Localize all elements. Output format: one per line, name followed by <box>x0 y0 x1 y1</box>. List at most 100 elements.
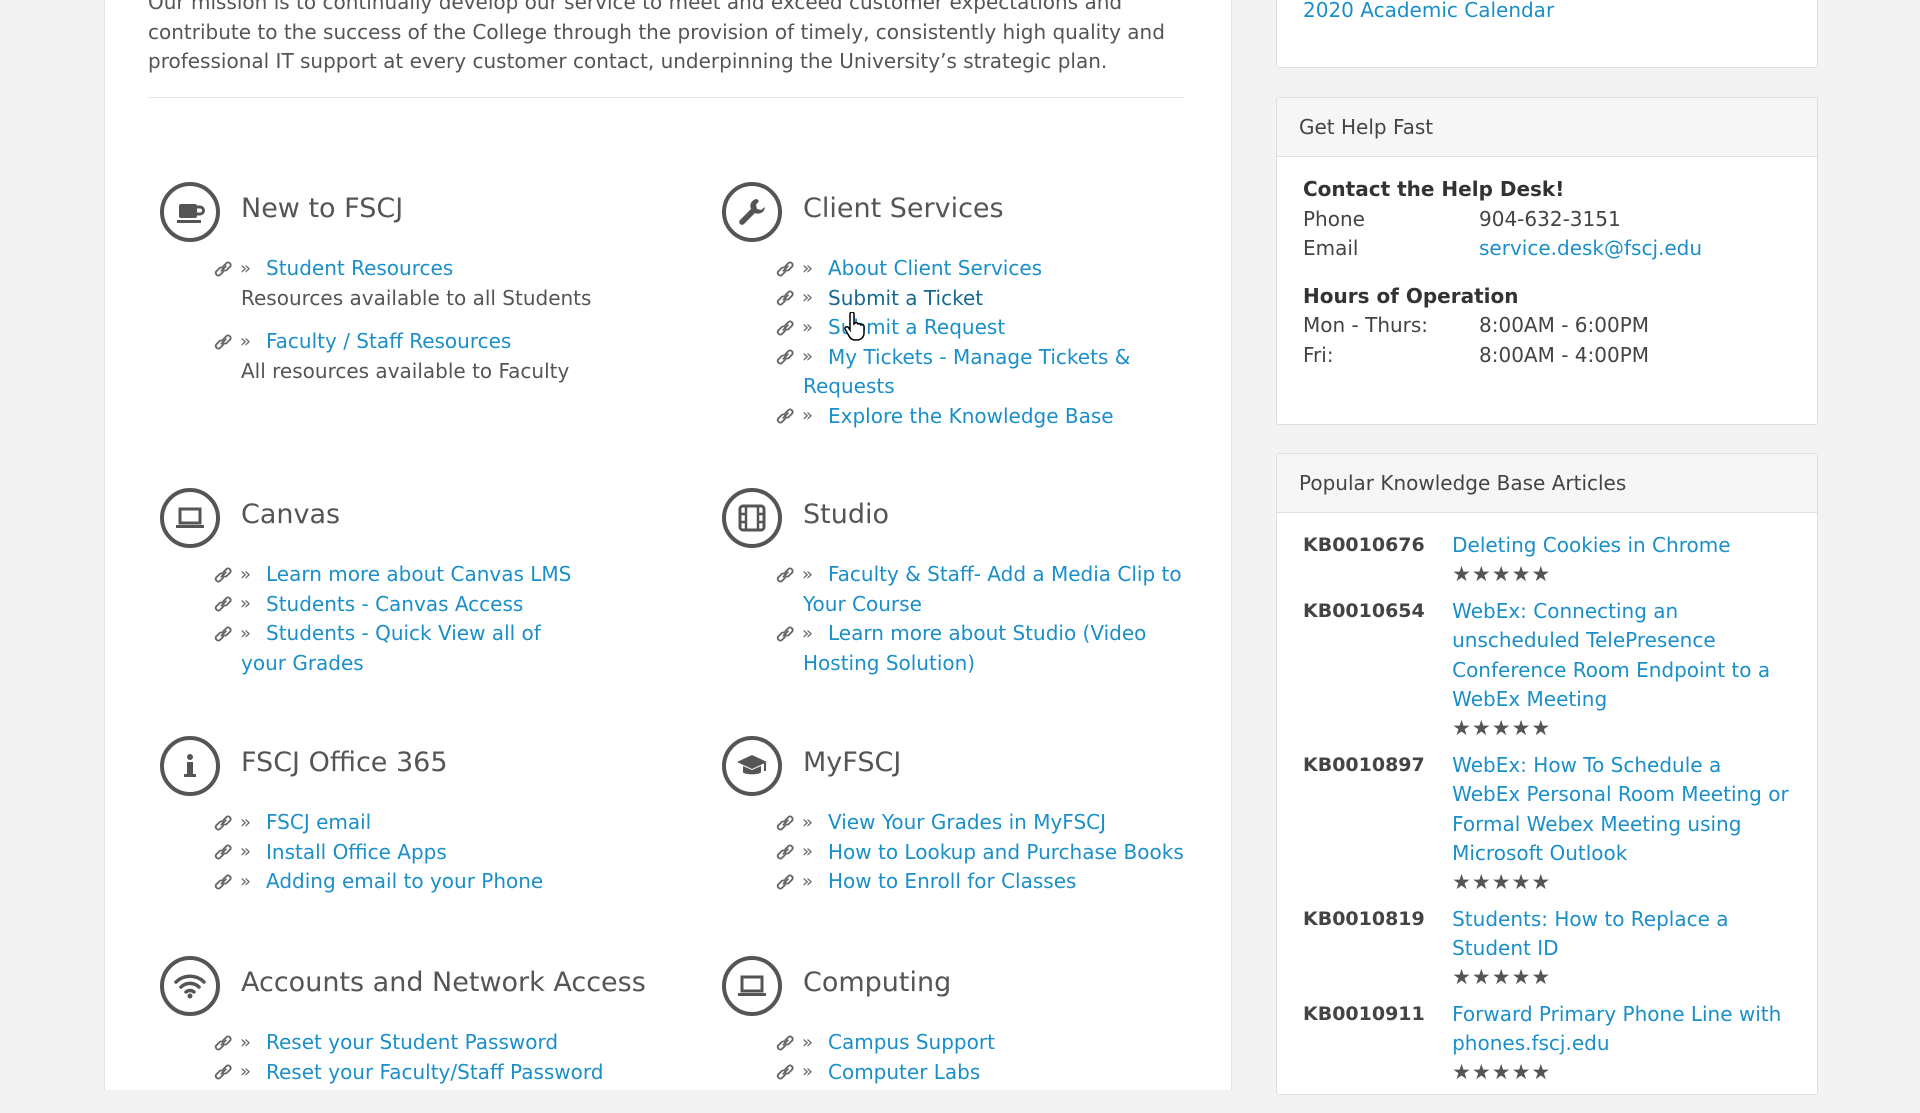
link-bullet-icon: » <box>776 808 826 837</box>
kb-article-link[interactable]: WebEx: How To Schedule a WebEx Personal … <box>1452 751 1791 869</box>
link-bullet-icon: » <box>776 560 826 589</box>
link-bullet-icon: » <box>214 254 264 283</box>
graduation-cap-icon <box>722 736 782 796</box>
list-item: » Computer Labs <box>714 1058 1254 1088</box>
section-title: New to FSCJ <box>241 193 404 224</box>
link-bullet-icon: » <box>776 867 826 896</box>
link-email-phone[interactable]: Adding email to your Phone <box>241 869 543 893</box>
contact-title: Contact the Help Desk! <box>1303 177 1565 201</box>
link-reset-student-password[interactable]: Reset your Student Password <box>241 1030 558 1054</box>
link-bullet-icon: » <box>776 254 826 283</box>
link-campus-support[interactable]: Campus Support <box>803 1030 995 1054</box>
list-item: » Faculty & Staff- Add a Media Clip to Yo… <box>714 560 1254 619</box>
help-panel: Get Help Fast Contact the Help Desk! Pho… <box>1276 97 1818 425</box>
link-canvas-grades[interactable]: Students - Quick View all of your Grades <box>241 621 541 675</box>
section-client-services: Client Services » About Client Services »… <box>714 182 1254 431</box>
list-item: » Student Resources <box>152 254 692 284</box>
kb-id: KB0010897 <box>1303 753 1425 776</box>
kb-article-link[interactable]: Students: How to Replace a Student ID <box>1452 905 1791 964</box>
contact-phone-row: Phone 904-632-3151 <box>1303 205 1791 235</box>
link-my-tickets[interactable]: My Tickets - Manage Tickets & Requests <box>803 345 1130 399</box>
list-item: » Adding email to your Phone <box>152 867 692 897</box>
link-enroll-classes[interactable]: How to Enroll for Classes <box>803 869 1076 893</box>
kb-article-row: KB0010654 WebEx: Connecting an unschedul… <box>1303 597 1791 741</box>
link-bullet-icon: » <box>214 867 264 896</box>
laptop-icon <box>722 956 782 1016</box>
list-item: » Learn more about Studio (Video Hosting … <box>714 619 1254 678</box>
divider <box>148 97 1185 98</box>
section-title: Canvas <box>241 499 341 530</box>
rating-stars-icon: ★★★★★ <box>1452 964 1552 989</box>
kb-article-row: KB0010676 Deleting Cookies in Chrome ★★★★… <box>1303 531 1791 587</box>
list-item: » About Client Services <box>714 254 1254 284</box>
link-studio-learn-more[interactable]: Learn more about Studio (Video Hosting S… <box>803 621 1146 675</box>
link-submit-ticket[interactable]: Submit a Ticket <box>803 286 983 310</box>
kb-id: KB0010654 <box>1303 599 1425 622</box>
laptop-icon <box>160 488 220 548</box>
rating-stars-icon: ★★★★★ <box>1452 869 1552 894</box>
link-bullet-icon: » <box>214 1028 264 1057</box>
section-title: Studio <box>803 499 889 530</box>
link-bullet-icon: » <box>214 808 264 837</box>
film-icon <box>722 488 782 548</box>
kb-id: KB0010819 <box>1303 907 1425 930</box>
kb-id: KB0010676 <box>1303 534 1425 556</box>
kb-article-link[interactable]: WebEx: Connecting an unscheduled TelePre… <box>1452 597 1791 715</box>
link-install-office[interactable]: Install Office Apps <box>241 840 447 864</box>
kb-article-row: KB0010911 Forward Primary Phone Line wit… <box>1303 1000 1791 1085</box>
wrench-icon <box>722 182 782 242</box>
link-submit-request[interactable]: Submit a Request <box>803 315 1005 339</box>
mission-statement: Our mission is to continually develop ou… <box>148 0 1165 73</box>
list-item: » Faculty / Staff Resources <box>152 327 692 357</box>
link-purchase-books[interactable]: How to Lookup and Purchase Books <box>803 840 1184 864</box>
list-item: » Students - Canvas Access <box>152 590 692 620</box>
fri-label: Fri: <box>1303 342 1334 367</box>
link-bullet-icon: » <box>776 343 826 372</box>
hours-fri-row: Fri: 8:00AM - 4:00PM <box>1303 341 1791 371</box>
info-icon <box>160 736 220 796</box>
link-view-grades[interactable]: View Your Grades in MyFSCJ <box>803 810 1106 834</box>
link-bullet-icon: » <box>214 619 264 648</box>
link-about-client-services[interactable]: About Client Services <box>803 256 1042 280</box>
section-canvas: Canvas » Learn more about Canvas LMS » Stu… <box>152 488 692 678</box>
kb-article-link[interactable]: Deleting Cookies in Chrome <box>1452 531 1791 561</box>
list-item: » Submit a Request <box>714 313 1254 343</box>
link-academic-calendar[interactable]: 2020 Academic Calendar <box>1303 0 1554 22</box>
kb-panel: Popular Knowledge Base Articles KB001067… <box>1276 453 1818 1095</box>
link-canvas-access[interactable]: Students - Canvas Access <box>241 592 523 616</box>
section-office-365: FSCJ Office 365 » FSCJ email » Install Off… <box>152 736 692 897</box>
email-label: Email <box>1303 236 1359 260</box>
link-student-resources[interactable]: Student Resources <box>241 256 453 280</box>
list-item: » FSCJ email <box>152 808 692 838</box>
link-bullet-icon: » <box>214 327 264 356</box>
fri-hours: 8:00AM - 4:00PM <box>1479 342 1650 367</box>
list-item: » View Your Grades in MyFSCJ <box>714 808 1254 838</box>
coffee-cup-icon <box>160 182 220 242</box>
list-item: » Reset your Student Password <box>152 1028 692 1058</box>
rating-stars-icon: ★★★★★ <box>1452 1059 1552 1084</box>
list-item: » How to Enroll for Classes <box>714 867 1254 897</box>
contact-email-row: Email service.desk@fscj.edu <box>1303 234 1791 264</box>
rating-stars-icon: ★★★★★ <box>1452 561 1552 586</box>
section-title: Computing <box>803 967 952 998</box>
link-bullet-icon: » <box>776 313 826 342</box>
list-item: » Install Office Apps <box>152 838 692 868</box>
list-item: » Explore the Knowledge Base <box>714 402 1254 432</box>
phone-label: Phone <box>1303 206 1365 231</box>
link-canvas-lms[interactable]: Learn more about Canvas LMS <box>241 562 571 586</box>
section-title: Accounts and Network Access <box>241 967 646 998</box>
link-description: All resources available to Faculty <box>241 358 570 383</box>
link-bullet-icon: » <box>776 838 826 867</box>
link-bullet-icon: » <box>214 590 264 619</box>
link-bullet-icon: » <box>214 838 264 867</box>
link-knowledge-base[interactable]: Explore the Knowledge Base <box>803 404 1114 428</box>
link-bullet-icon: » <box>776 1058 826 1087</box>
link-bullet-icon: » <box>214 560 264 589</box>
link-faculty-staff-resources[interactable]: Faculty / Staff Resources <box>241 329 511 353</box>
email-link[interactable]: service.desk@fscj.edu <box>1479 234 1702 264</box>
rating-stars-icon: ★★★★★ <box>1452 715 1552 740</box>
link-studio-media-clip[interactable]: Faculty & Staff- Add a Media Clip to You… <box>803 562 1182 616</box>
section-studio: Studio » Faculty & Staff- Add a Media Cli… <box>714 488 1254 678</box>
kb-article-link[interactable]: Forward Primary Phone Line with phones.f… <box>1452 1000 1791 1059</box>
list-item: » Students - Quick View all of your Grade… <box>152 619 692 678</box>
